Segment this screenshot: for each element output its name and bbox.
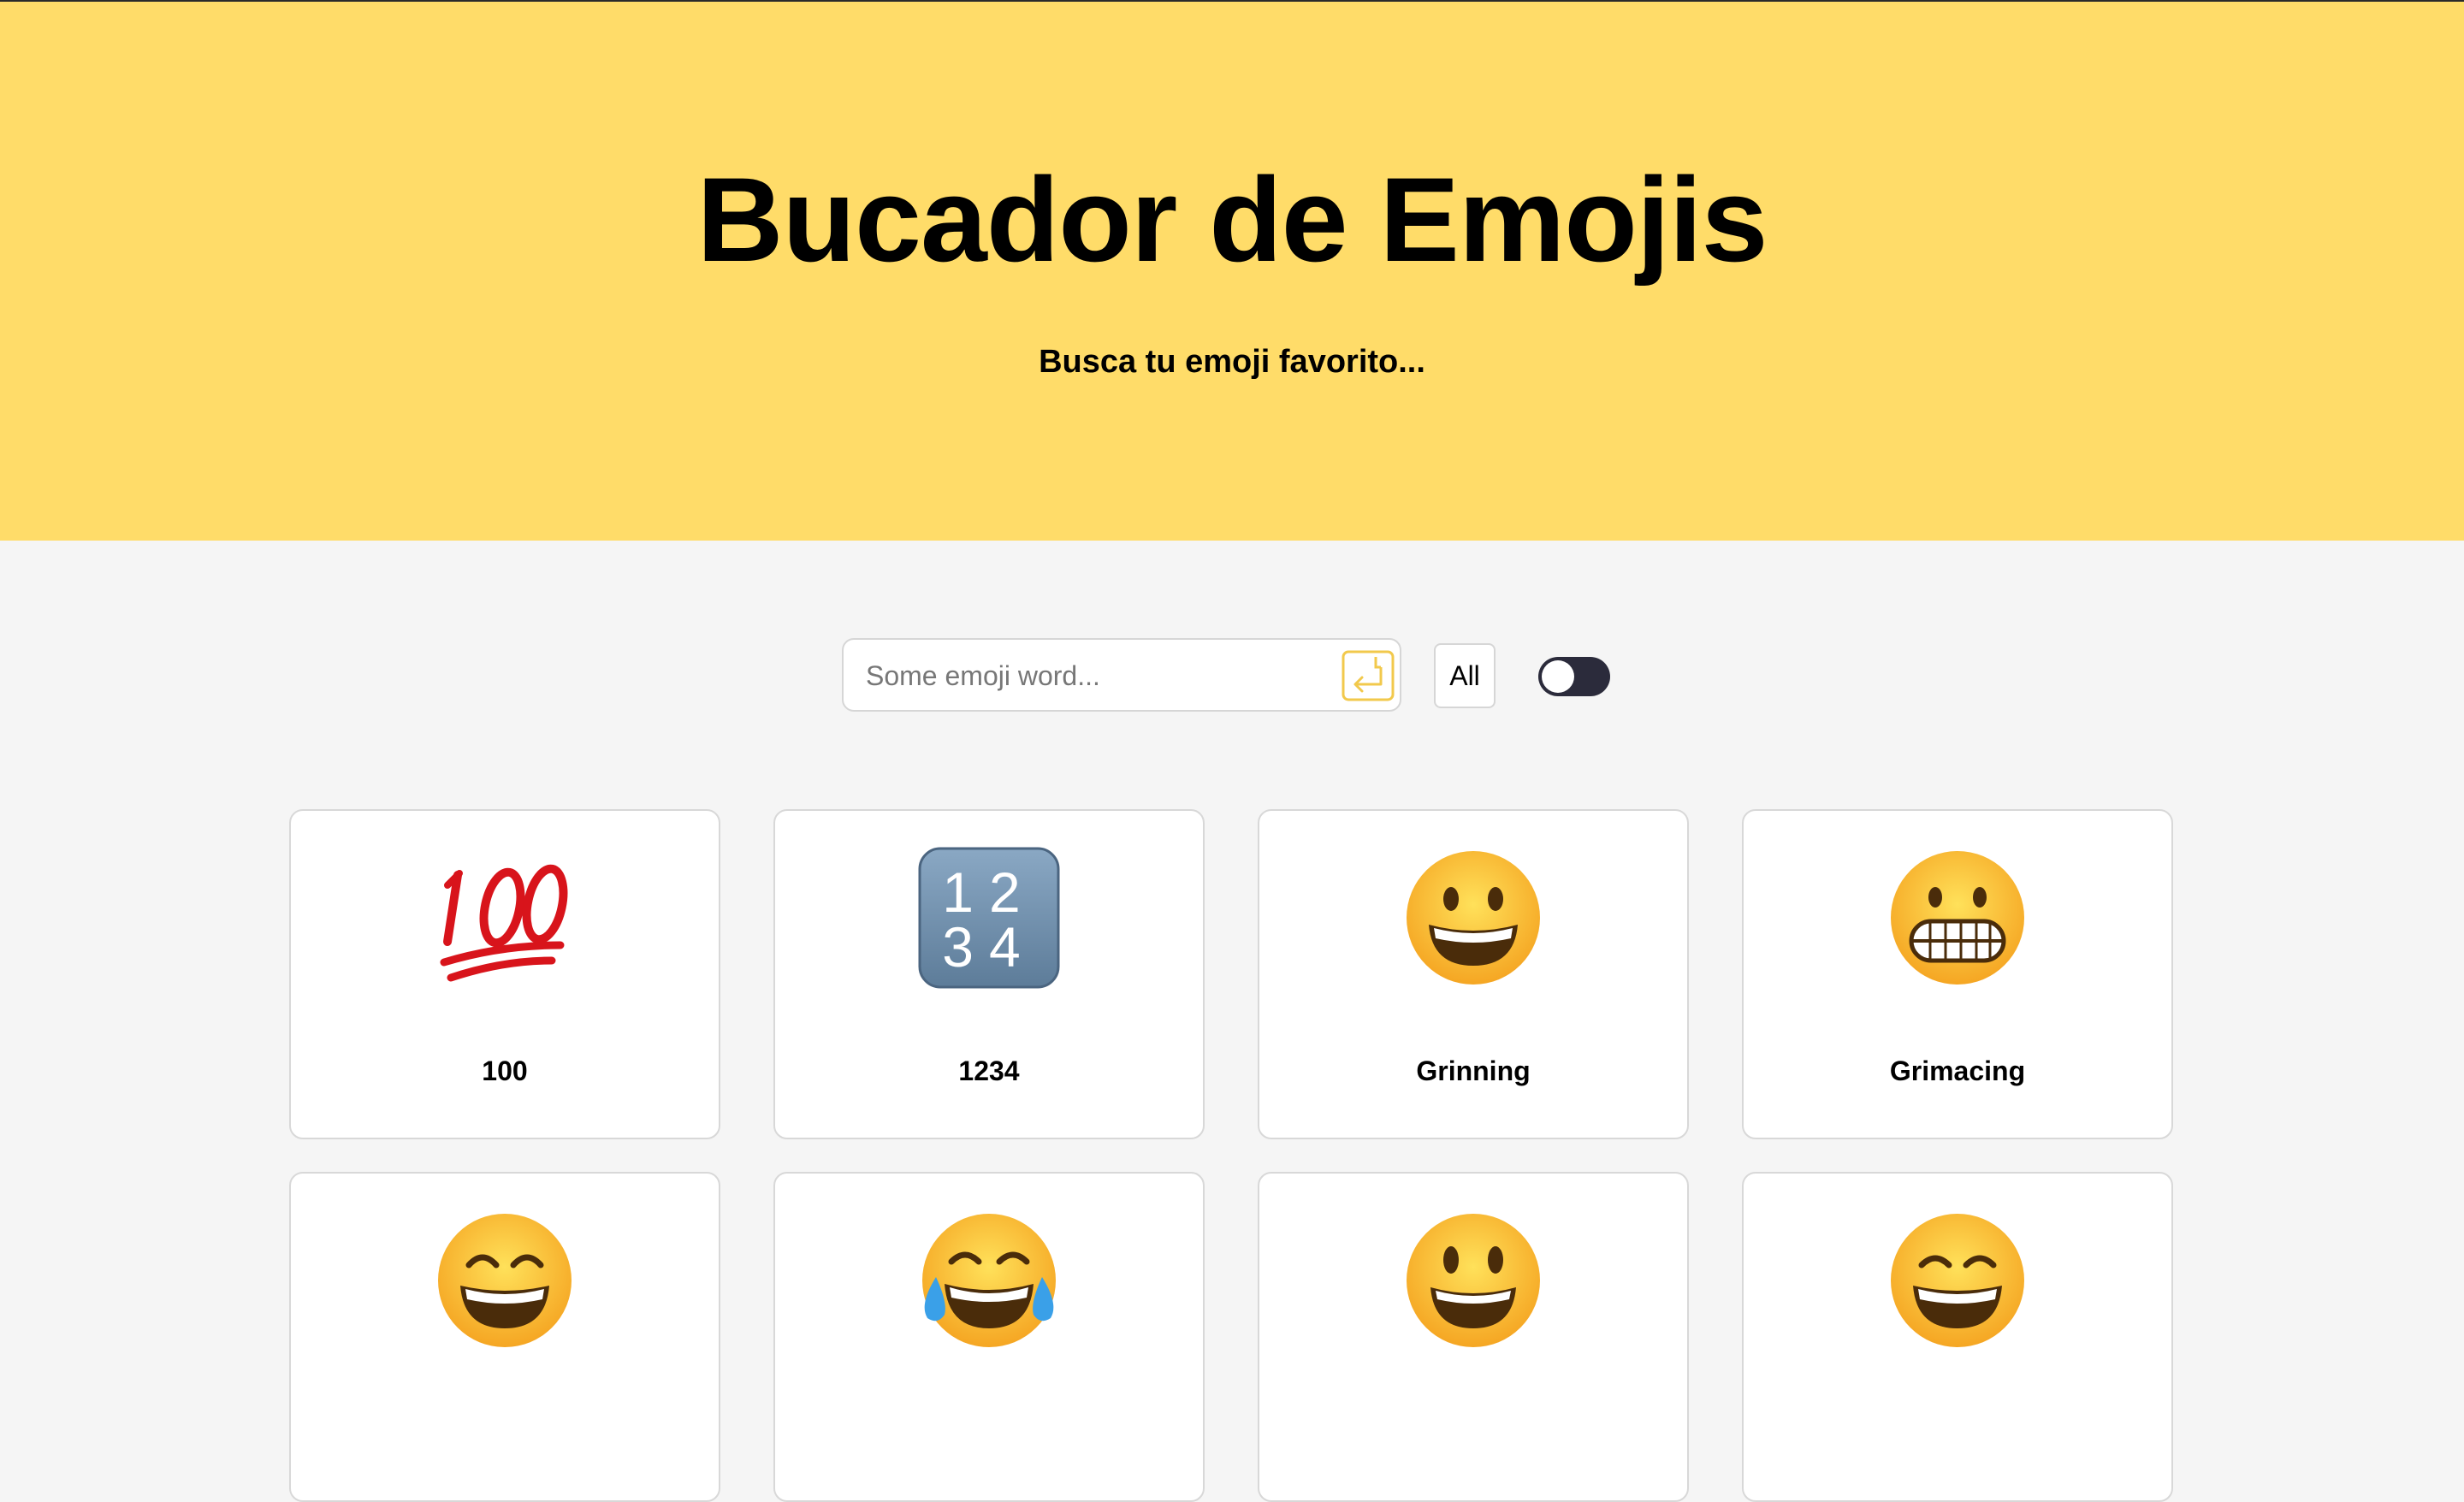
svg-text:34: 34	[942, 915, 1035, 979]
emoji-card[interactable]: 12 34 1234	[773, 809, 1205, 1139]
tears-of-joy-face-icon	[775, 1208, 1203, 1353]
toggle-knob	[1542, 660, 1574, 693]
emoji-card[interactable]: Grinning	[1258, 809, 1689, 1139]
grimacing-face-icon	[1744, 845, 2171, 990]
grinning-squinting-face-icon	[291, 1208, 719, 1353]
emoji-label: 1234	[958, 1056, 1020, 1086]
grinning-face-icon	[1259, 845, 1687, 990]
emoji-label: 100	[482, 1056, 528, 1086]
emoji-card[interactable]: 100	[289, 809, 720, 1139]
page-subtitle: Busca tu emoji favorito...	[1039, 344, 1425, 380]
smiley-face-icon	[1259, 1208, 1687, 1353]
hero-header: Bucador de Emojis Busca tu emoji favorit…	[0, 2, 2464, 541]
emoji-label: Grimacing	[1889, 1056, 2026, 1086]
smile-face-icon	[1744, 1208, 2171, 1353]
search-box	[842, 638, 1401, 712]
search-input[interactable]	[864, 640, 1312, 712]
svg-text:12: 12	[942, 860, 1035, 924]
filter-all-button[interactable]: All	[1434, 643, 1496, 708]
emoji-label: Grinning	[1416, 1056, 1531, 1086]
emoji-card[interactable]	[773, 1172, 1205, 1502]
theme-toggle[interactable]	[1538, 657, 1610, 696]
hundred-points-icon	[291, 845, 719, 990]
enter-return-icon[interactable]	[1342, 650, 1395, 701]
input-numbers-icon: 12 34	[775, 845, 1203, 990]
page-title: Bucador de Emojis	[696, 152, 1768, 287]
emoji-card[interactable]	[1742, 1172, 2173, 1502]
emoji-grid: 100 12 34 1234 Grinning Grimacing	[289, 809, 2175, 1502]
emoji-card[interactable]	[1258, 1172, 1689, 1502]
emoji-card[interactable]	[289, 1172, 720, 1502]
emoji-card[interactable]: Grimacing	[1742, 809, 2173, 1139]
